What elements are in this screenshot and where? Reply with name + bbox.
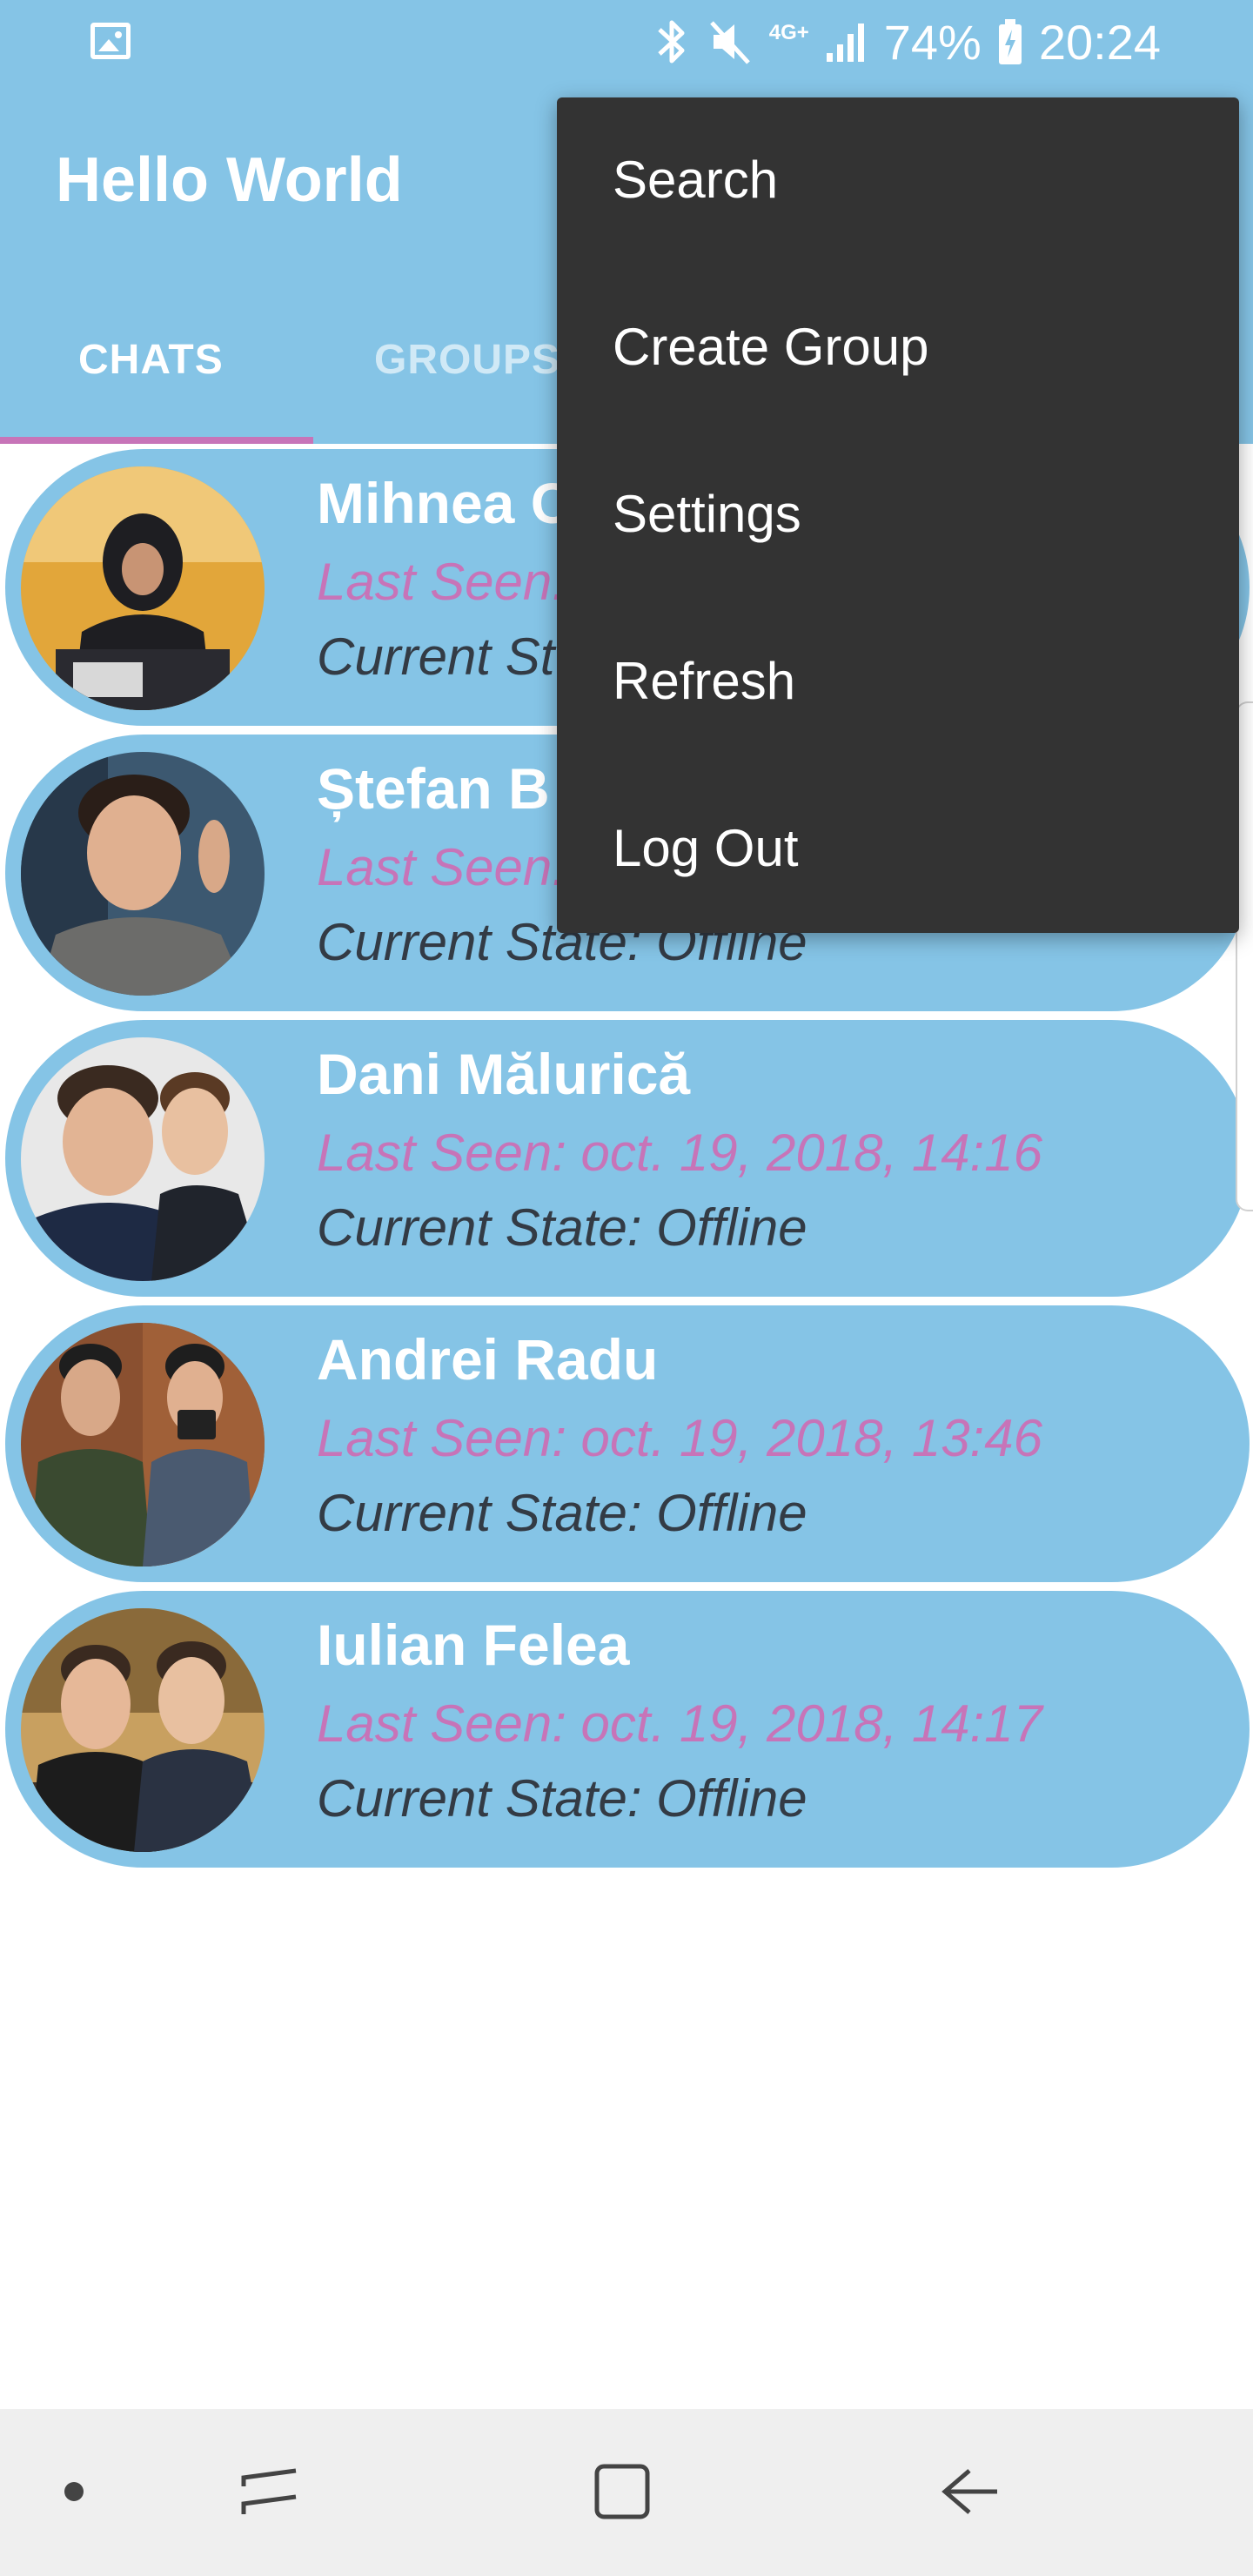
menu-item-settings[interactable]: Settings bbox=[613, 484, 801, 544]
chat-name: Iulian Felea bbox=[317, 1613, 630, 1677]
chat-name: Andrei Radu bbox=[317, 1327, 659, 1392]
menu-item-log-out[interactable]: Log Out bbox=[613, 818, 799, 878]
status-bar: 4G+ 74% 20:24 bbox=[0, 0, 1253, 84]
chat-state: Current State: Offline bbox=[317, 1484, 807, 1542]
chat-state: Current State: Offline bbox=[317, 1198, 807, 1257]
overflow-menu: Search Create Group Settings Refresh Log… bbox=[557, 97, 1239, 933]
avatar bbox=[21, 1608, 265, 1852]
navigation-bar bbox=[0, 2409, 1253, 2576]
chat-last-seen: Last Seen: bbox=[317, 838, 566, 896]
avatar bbox=[21, 752, 265, 996]
avatar bbox=[21, 466, 265, 710]
menu-item-refresh[interactable]: Refresh bbox=[613, 651, 795, 711]
chat-item[interactable]: Dani Mălurică Last Seen: oct. 19, 2018, … bbox=[5, 1020, 1250, 1297]
chat-item[interactable]: Iulian Felea Last Seen: oct. 19, 2018, 1… bbox=[5, 1591, 1250, 1868]
signal-icon bbox=[826, 23, 864, 62]
mute-icon bbox=[709, 21, 750, 64]
avatar bbox=[21, 1323, 265, 1566]
chat-last-seen: Last Seen: oct. 19, 2018, 13:46 bbox=[317, 1409, 1042, 1467]
menu-item-search[interactable]: Search bbox=[613, 150, 778, 210]
clock: 20:24 bbox=[1038, 14, 1161, 70]
back-icon[interactable] bbox=[922, 2444, 1018, 2539]
chat-state: Current State: Offline bbox=[317, 1769, 807, 1828]
chat-last-seen: Last Seen: oct. 19, 2018, 14:17 bbox=[317, 1694, 1042, 1753]
gallery-icon bbox=[90, 23, 131, 59]
bluetooth-icon bbox=[658, 20, 685, 64]
app-title: Hello World bbox=[56, 145, 403, 215]
chat-name: Dani Mălurică bbox=[317, 1042, 691, 1106]
chat-last-seen: Last Seen: bbox=[317, 553, 566, 611]
battery-percent: 74% bbox=[883, 14, 982, 70]
chat-name: Mihnea C bbox=[317, 471, 573, 535]
chat-last-seen: Last Seen: oct. 19, 2018, 14:16 bbox=[317, 1124, 1042, 1182]
avatar bbox=[21, 1037, 265, 1281]
tab-chats[interactable]: CHATS bbox=[78, 336, 224, 384]
chat-name: Ștefan B bbox=[317, 756, 550, 821]
network-4g-icon: 4G+ bbox=[768, 21, 809, 44]
chat-item[interactable]: Andrei Radu Last Seen: oct. 19, 2018, 13… bbox=[5, 1305, 1250, 1582]
tab-indicator bbox=[0, 437, 313, 444]
battery-icon bbox=[998, 19, 1022, 64]
home-icon[interactable] bbox=[574, 2444, 670, 2539]
menu-item-create-group[interactable]: Create Group bbox=[613, 317, 929, 377]
tab-groups[interactable]: GROUPS bbox=[374, 336, 560, 384]
chat-state: Current St bbox=[317, 627, 555, 686]
status-icons: 4G+ 74% 20:24 bbox=[653, 9, 1161, 75]
recent-apps-icon[interactable] bbox=[223, 2444, 318, 2539]
dot-icon[interactable] bbox=[26, 2444, 122, 2539]
